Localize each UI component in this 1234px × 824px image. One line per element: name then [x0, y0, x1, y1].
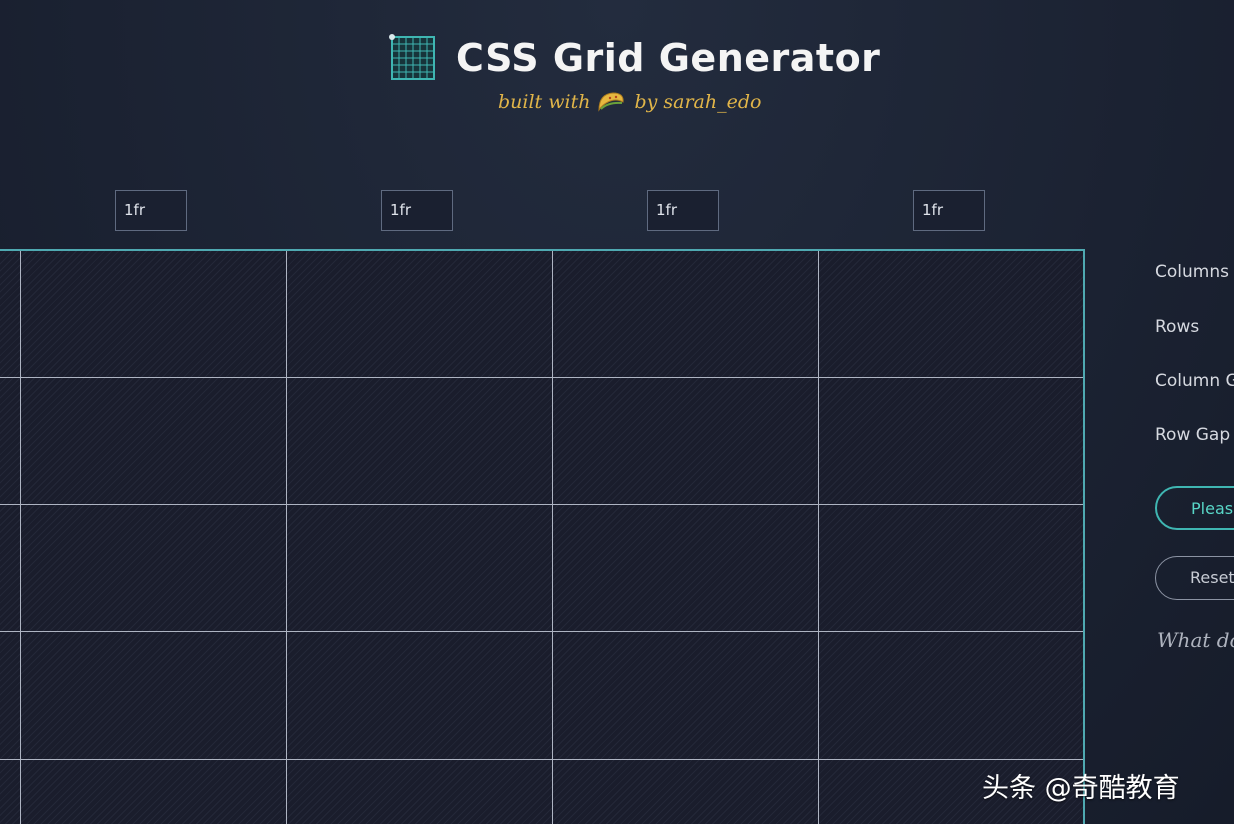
- grid-logo-icon: [389, 34, 435, 80]
- row-gap-label: Row Gap (: [1155, 425, 1234, 445]
- help-link[interactable]: What do: [1157, 628, 1234, 652]
- grid-line-horizontal: [0, 631, 1083, 632]
- app-title: CSS Grid Generator: [456, 36, 881, 80]
- grid-line-vertical: [286, 251, 287, 824]
- column-size-input-4[interactable]: 1fr: [913, 190, 985, 231]
- subtitle-author: by sarah_edo: [634, 91, 762, 113]
- grid-line-vertical: [552, 251, 553, 824]
- title-row: CSS Grid Generator: [388, 32, 880, 84]
- reset-button[interactable]: Reset: [1155, 556, 1234, 600]
- app-header: CSS Grid Generator built with by sarah_e…: [0, 0, 1234, 150]
- subtitle-prefix: built with: [498, 91, 591, 113]
- please-button[interactable]: Please: [1155, 486, 1234, 530]
- grid-board[interactable]: [0, 249, 1085, 824]
- columns-label: Columns: [1155, 262, 1229, 282]
- grid-line-vertical: [818, 251, 819, 824]
- rows-label: Rows: [1155, 317, 1200, 337]
- grid-line-horizontal: [0, 504, 1083, 505]
- column-size-input-2[interactable]: 1fr: [381, 190, 453, 231]
- taco-icon: [598, 92, 625, 112]
- column-size-input-3[interactable]: 1fr: [647, 190, 719, 231]
- column-gap-label: Column G: [1155, 371, 1234, 391]
- grid-line-vertical: [20, 251, 21, 824]
- grid-line-horizontal: [0, 377, 1083, 378]
- watermark: 头条 @奇酷教育: [982, 773, 1180, 804]
- grid-line-horizontal: [0, 759, 1083, 760]
- subtitle: built with by sarah_edo: [498, 90, 761, 114]
- column-size-input-1[interactable]: 1fr: [115, 190, 187, 231]
